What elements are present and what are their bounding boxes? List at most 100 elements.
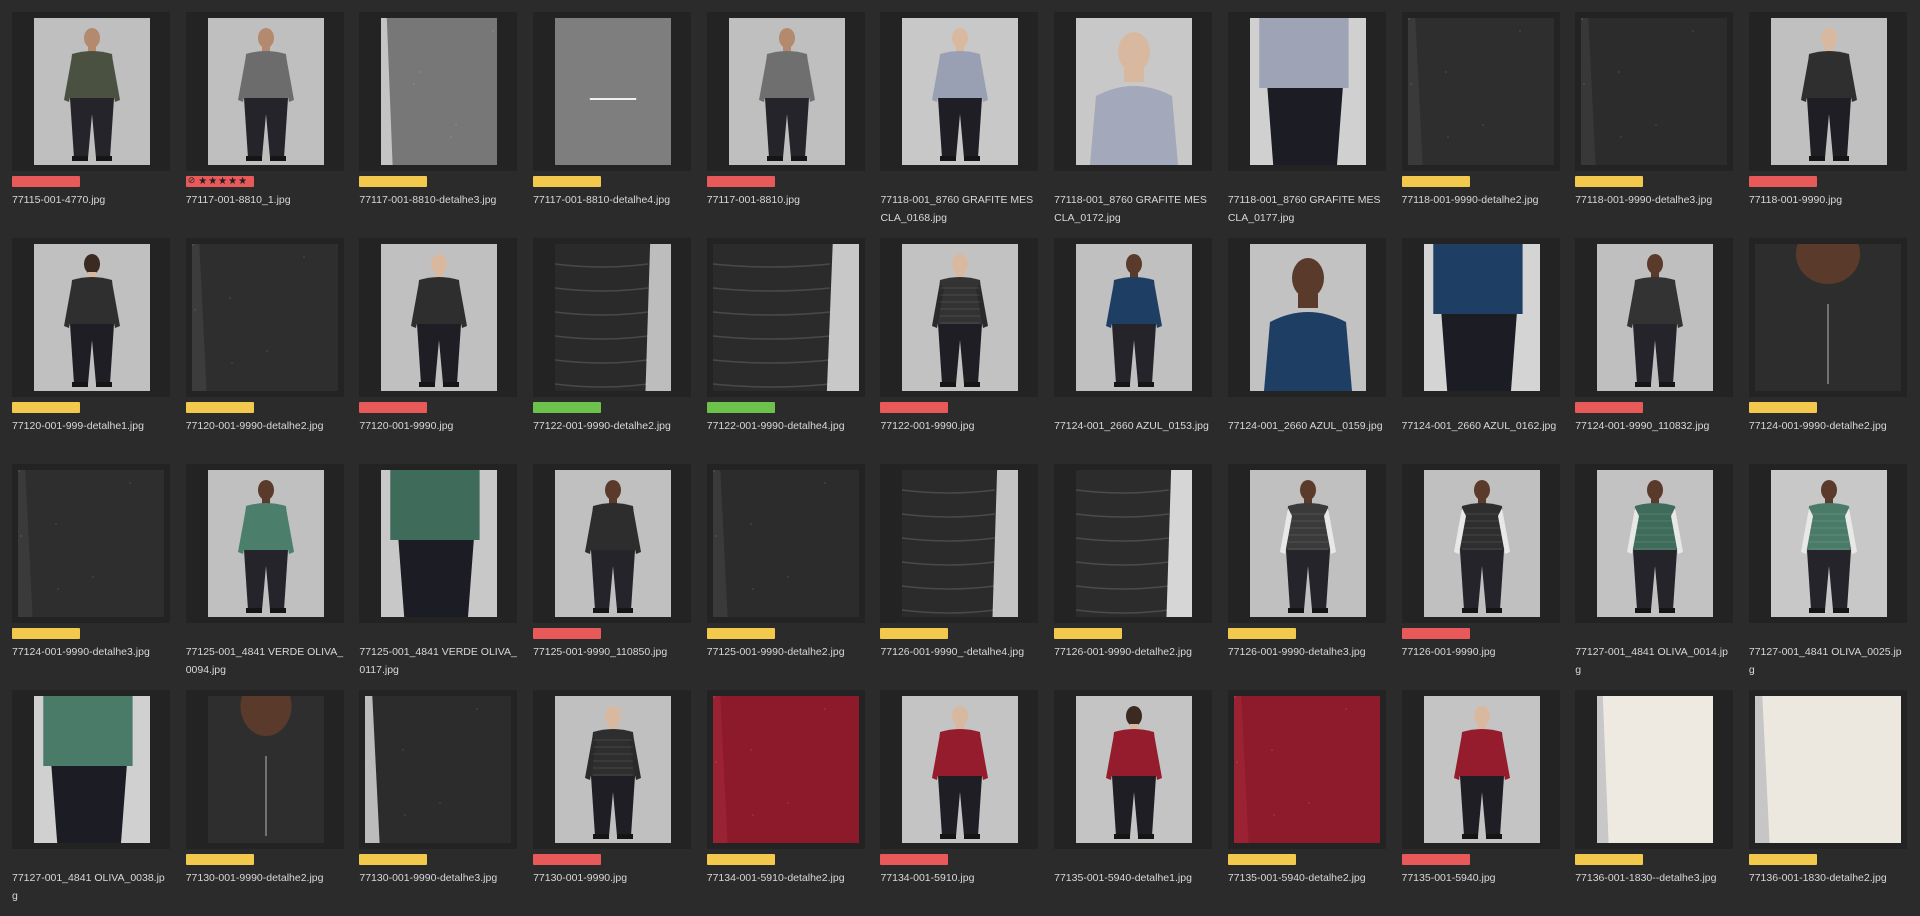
thumbnail-image[interactable]	[902, 18, 1019, 165]
thumbnail-image[interactable]	[1423, 244, 1540, 391]
thumbnail-frame[interactable]	[1401, 238, 1560, 397]
color-label-yellow[interactable]	[706, 628, 775, 639]
thumbnail-cell[interactable]: 77130-001-9990-detalhe3.jpg	[359, 690, 518, 916]
thumbnail-cell[interactable]: 77135-001-5940-detalhe2.jpg	[1227, 690, 1386, 916]
thumbnail-image[interactable]	[555, 470, 672, 617]
color-label-yellow[interactable]	[12, 628, 80, 639]
thumbnail-cell[interactable]: 77118-001-9990-detalhe2.jpg	[1401, 12, 1560, 238]
color-label-yellow[interactable]	[1575, 854, 1644, 865]
thumbnail-frame[interactable]	[1575, 238, 1734, 397]
thumbnail-image[interactable]	[902, 696, 1019, 843]
thumbnail-image[interactable]	[207, 470, 324, 617]
thumbnail-cell[interactable]: 77118-001-9990.jpg	[1748, 12, 1907, 238]
thumbnail-frame[interactable]	[880, 690, 1039, 849]
color-label-yellow[interactable]	[12, 402, 80, 413]
thumbnail-cell[interactable]: 77124-001-9990-detalhe2.jpg	[1748, 238, 1907, 464]
thumbnail-frame[interactable]	[880, 12, 1039, 171]
thumbnail-frame[interactable]	[359, 464, 518, 623]
thumbnail-frame[interactable]	[1227, 690, 1386, 849]
thumbnail-frame[interactable]	[706, 12, 865, 171]
color-label-red[interactable]	[1748, 176, 1817, 187]
thumbnail-frame[interactable]	[1054, 690, 1213, 849]
thumbnail-frame[interactable]	[533, 690, 692, 849]
thumbnail-image[interactable]	[1076, 696, 1193, 843]
thumbnail-cell[interactable]: 77122-001-9990-detalhe4.jpg	[706, 238, 865, 464]
thumbnail-frame[interactable]	[1227, 238, 1386, 397]
color-label-red[interactable]	[880, 402, 949, 413]
color-label-yellow[interactable]	[359, 176, 428, 187]
thumbnail-frame[interactable]	[12, 12, 170, 171]
thumbnail-frame[interactable]	[359, 690, 518, 849]
thumbnail-cell[interactable]: 77117-001-8810-detalhe3.jpg	[359, 12, 518, 238]
thumbnail-cell[interactable]: ⊘ ★ ★ ★ ★ ★ 77117-001-8810_1.jpg	[185, 12, 344, 238]
thumbnail-frame[interactable]	[1401, 464, 1560, 623]
thumbnail-frame[interactable]	[533, 238, 692, 397]
thumbnail-cell[interactable]: 77125-001_4841 VERDE OLIVA_0094.jpg	[185, 464, 344, 690]
color-label-green[interactable]	[706, 402, 775, 413]
thumbnail-frame[interactable]	[1575, 12, 1734, 171]
thumbnail-image[interactable]	[34, 18, 150, 165]
thumbnail-image[interactable]	[1754, 696, 1901, 843]
thumbnail-image[interactable]	[191, 244, 338, 391]
thumbnail-cell[interactable]: 77135-001-5940-detalhe1.jpg	[1054, 690, 1213, 916]
thumbnail-image[interactable]	[712, 244, 859, 391]
thumbnail-cell[interactable]: 77136-001-1830-detalhe2.jpg	[1748, 690, 1907, 916]
color-label-yellow[interactable]	[1575, 176, 1644, 187]
thumbnail-image[interactable]	[381, 470, 498, 617]
thumbnail-image[interactable]	[1076, 18, 1193, 165]
thumbnail-cell[interactable]: 77130-001-9990.jpg	[533, 690, 692, 916]
thumbnail-frame[interactable]	[706, 690, 865, 849]
thumbnail-cell[interactable]: 77134-001-5910.jpg	[880, 690, 1039, 916]
thumbnail-cell[interactable]: 77127-001_4841 OLIVA_0014.jpg	[1575, 464, 1734, 690]
color-label-red[interactable]	[1401, 628, 1470, 639]
color-label-yellow[interactable]	[1227, 854, 1296, 865]
thumbnail-image[interactable]	[1249, 470, 1366, 617]
thumbnail-frame[interactable]	[880, 238, 1039, 397]
thumbnail-image[interactable]	[1597, 470, 1714, 617]
thumbnail-frame[interactable]	[1401, 690, 1560, 849]
star-rating[interactable]: ⊘ ★ ★ ★ ★ ★	[185, 176, 254, 187]
thumbnail-frame[interactable]	[185, 690, 344, 849]
thumbnail-image[interactable]	[18, 470, 164, 617]
thumbnail-frame[interactable]	[1054, 238, 1213, 397]
color-label-red[interactable]	[359, 402, 428, 413]
thumbnail-cell[interactable]: 77115-001-4770.jpg	[12, 12, 170, 238]
thumbnail-cell[interactable]: 77124-001_2660 AZUL_0159.jpg	[1227, 238, 1386, 464]
thumbnail-frame[interactable]	[1748, 12, 1907, 171]
star-icon[interactable]: ★	[228, 176, 237, 187]
thumbnail-cell[interactable]: 77125-001-9990-detalhe2.jpg	[706, 464, 865, 690]
color-label-red[interactable]	[1401, 854, 1470, 865]
thumbnail-cell[interactable]: 77136-001-1830--detalhe3.jpg	[1575, 690, 1734, 916]
thumbnail-cell[interactable]: 77126-001-9990.jpg	[1401, 464, 1560, 690]
color-label-yellow[interactable]	[1054, 628, 1123, 639]
reject-icon[interactable]: ⊘	[188, 176, 196, 187]
thumbnail-cell[interactable]: 77124-001-9990_110832.jpg	[1575, 238, 1734, 464]
thumbnail-cell[interactable]: 77118-001_8760 GRAFITE MESCLA_0177.jpg	[1227, 12, 1386, 238]
thumbnail-image[interactable]	[1597, 696, 1714, 843]
thumbnail-cell[interactable]: 77120-001-9990-detalhe2.jpg	[185, 238, 344, 464]
color-label-yellow[interactable]	[880, 628, 949, 639]
color-label-red[interactable]	[533, 628, 602, 639]
thumbnail-image[interactable]	[902, 244, 1019, 391]
thumbnail-image[interactable]	[712, 696, 859, 843]
thumbnail-image[interactable]	[1581, 18, 1728, 165]
thumbnail-cell[interactable]: 77120-001-999-detalhe1.jpg	[12, 238, 170, 464]
thumbnail-frame[interactable]	[706, 464, 865, 623]
color-label-red[interactable]	[880, 854, 949, 865]
color-label-red[interactable]	[533, 854, 602, 865]
thumbnail-image[interactable]	[555, 18, 672, 165]
thumbnail-image[interactable]	[1770, 470, 1887, 617]
thumbnail-image[interactable]	[1249, 18, 1366, 165]
color-label-yellow[interactable]	[1401, 176, 1470, 187]
thumbnail-cell[interactable]: 77124-001_2660 AZUL_0153.jpg	[1054, 238, 1213, 464]
thumbnail-image[interactable]	[728, 18, 845, 165]
color-label-green[interactable]	[533, 402, 602, 413]
thumbnail-frame[interactable]	[359, 238, 518, 397]
thumbnail-cell[interactable]: 77130-001-9990-detalhe2.jpg	[185, 690, 344, 916]
thumbnail-frame[interactable]	[12, 238, 170, 397]
thumbnail-frame[interactable]	[1227, 464, 1386, 623]
star-icon[interactable]: ★	[208, 176, 217, 187]
thumbnail-image[interactable]	[555, 244, 672, 391]
thumbnail-image[interactable]	[1597, 244, 1714, 391]
thumbnail-image[interactable]	[1076, 470, 1193, 617]
